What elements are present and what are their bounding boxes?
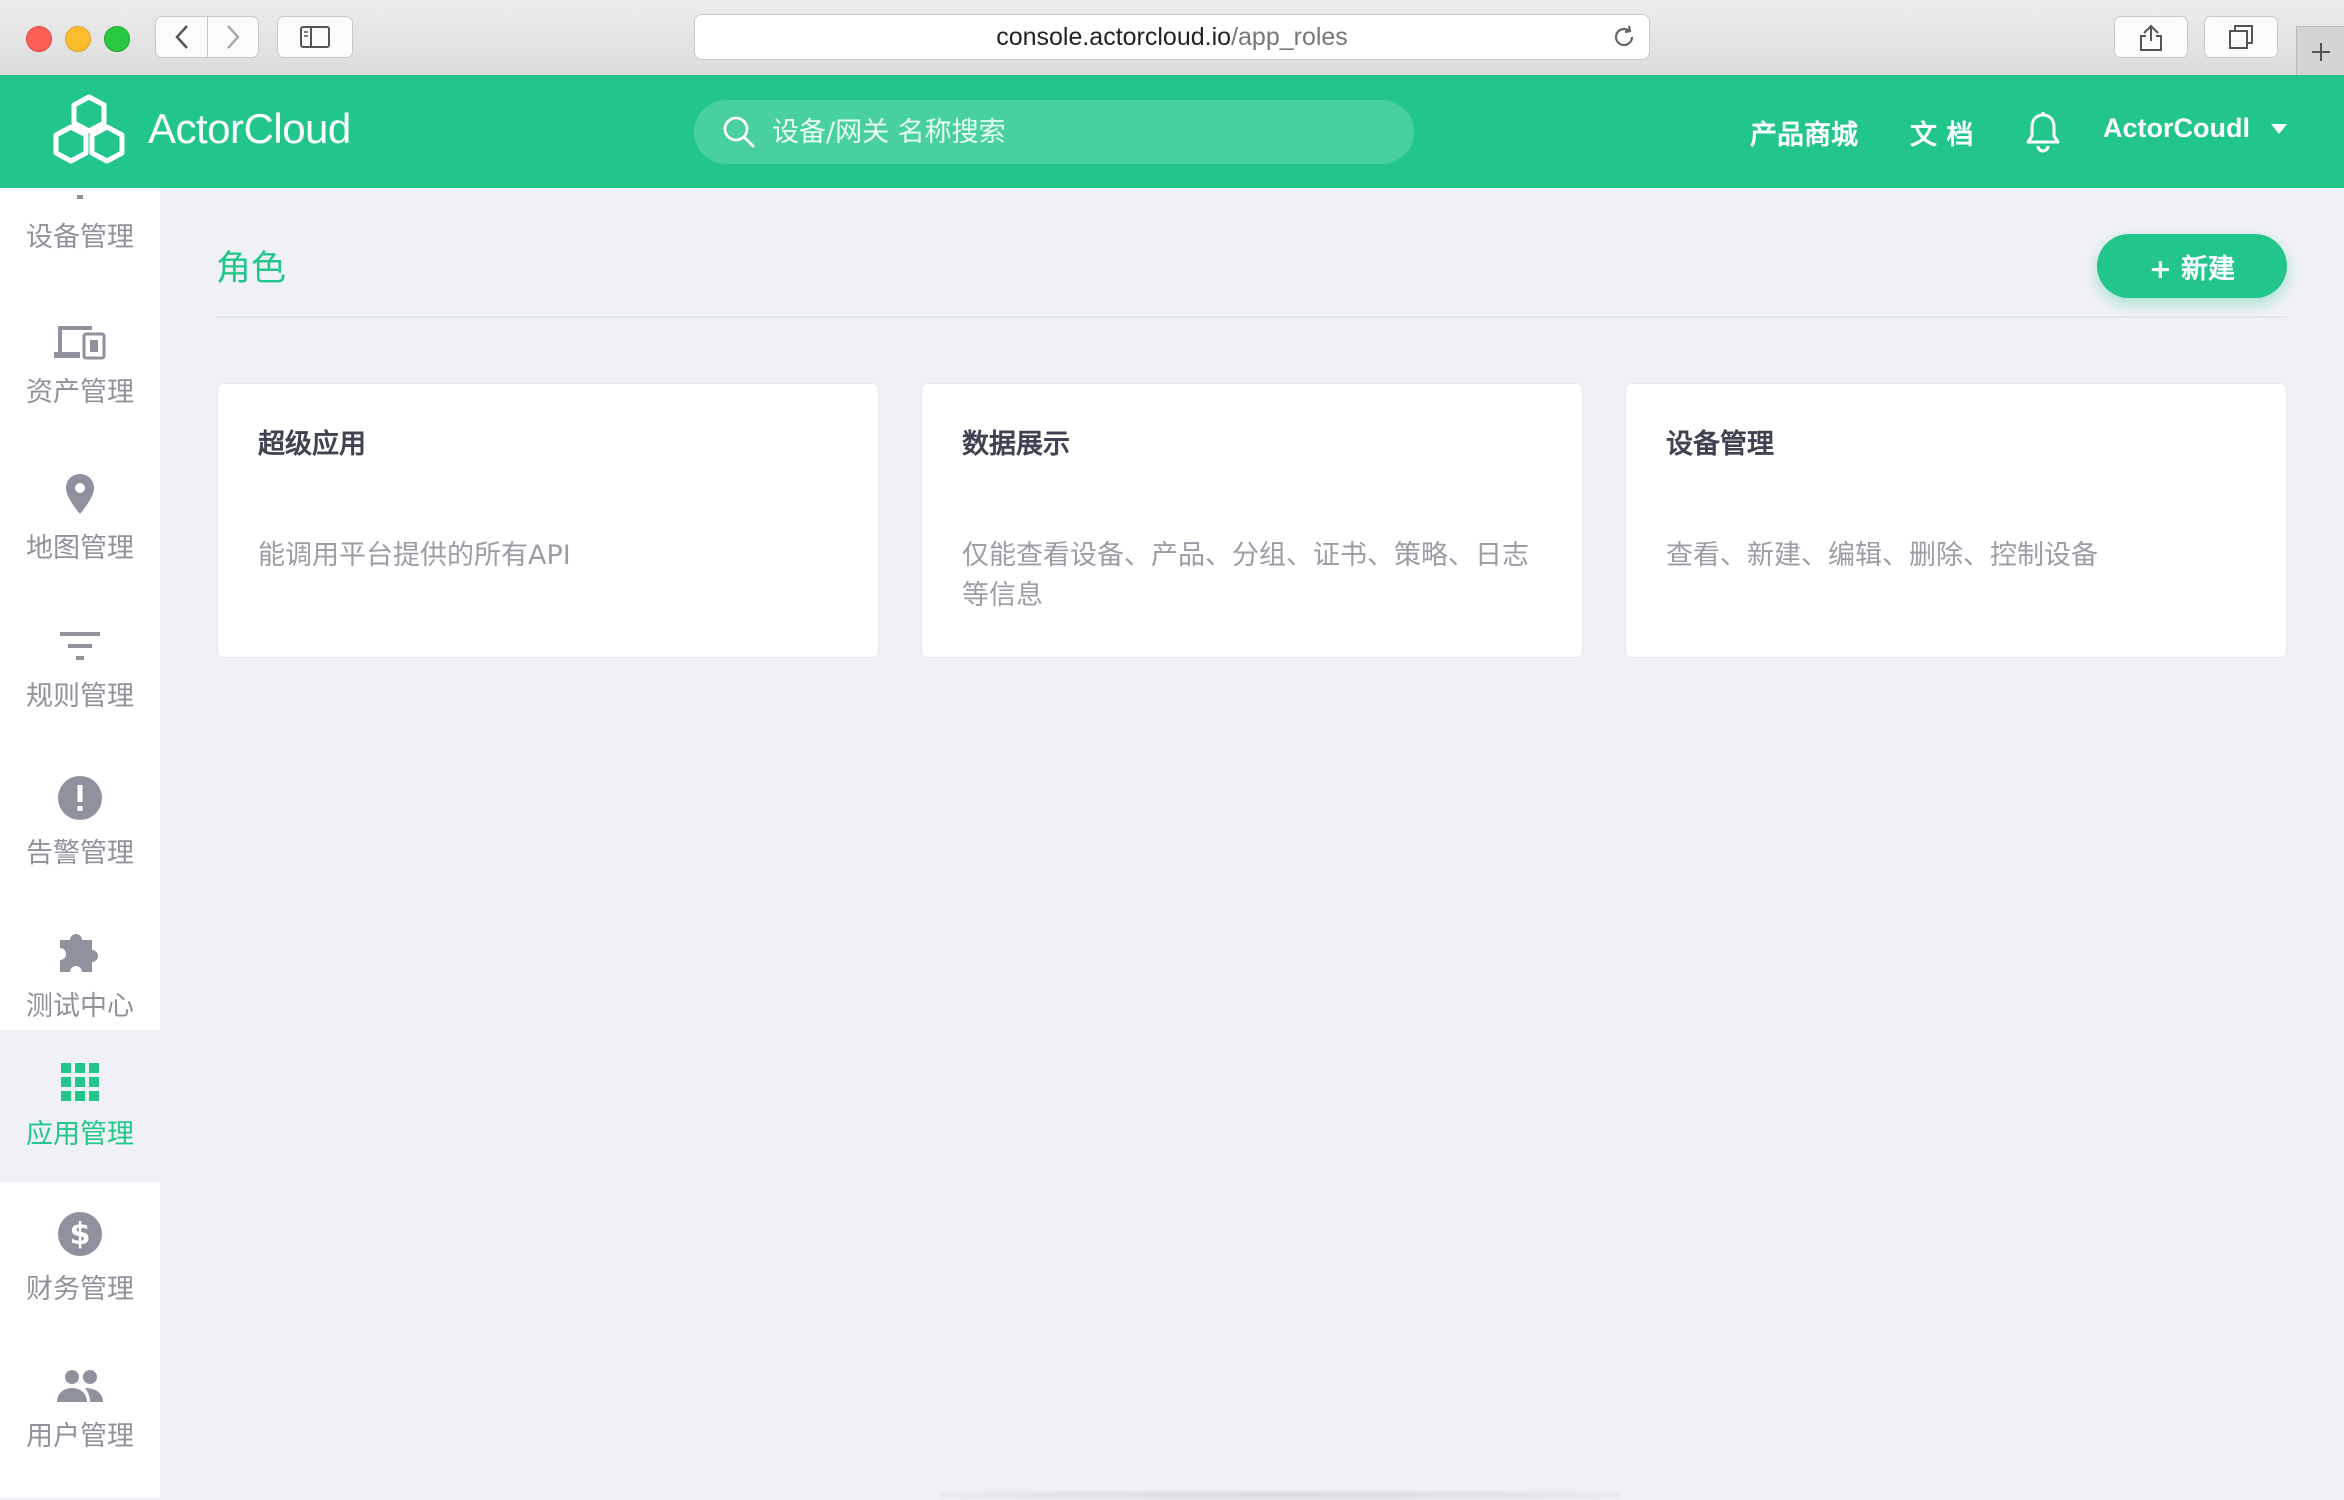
sidebar-item-label: 设备管理 — [26, 221, 134, 253]
puzzle-icon — [60, 933, 98, 972]
role-card-data-display[interactable]: 数据展示 仅能查看设备、产品、分组、证书、策略、日志等信息 — [921, 383, 1583, 658]
logo-text: ActorCloud — [148, 105, 351, 152]
sidebar-item-map-management[interactable]: 地图管理 — [0, 442, 160, 594]
device-icon — [77, 194, 83, 199]
app-header: ActorCloud 产品商城 文 档 ActorCoudl — [0, 75, 2344, 188]
reload-icon[interactable] — [1611, 24, 1637, 50]
browser-toolbar: console.actorcloud.io/app_roles — [0, 0, 2344, 76]
minimize-window-button[interactable] — [65, 26, 91, 52]
user-menu[interactable]: ActorCoudl — [2103, 113, 2288, 144]
sidebar-item-label: 告警管理 — [26, 837, 134, 869]
sidebar-item-label: 应用管理 — [26, 1118, 134, 1150]
sidebar-item-user-management[interactable]: 用户管理 — [0, 1334, 160, 1486]
tabs-overview-button[interactable] — [2204, 16, 2278, 58]
close-window-button[interactable] — [26, 26, 52, 52]
title-divider — [216, 316, 2287, 318]
card-title: 超级应用 — [258, 429, 366, 460]
sidebar-item-label: 资产管理 — [26, 376, 134, 408]
plus-icon — [2312, 42, 2330, 61]
sidebar-item-label: 地图管理 — [26, 532, 134, 564]
role-card-device-management[interactable]: 设备管理 查看、新建、编辑、删除、控制设备 — [1625, 383, 2287, 658]
address-bar[interactable]: console.actorcloud.io/app_roles — [694, 14, 1650, 60]
sidebar-icon — [300, 26, 330, 48]
sidebar-item-label: 财务管理 — [26, 1273, 134, 1305]
back-button[interactable] — [155, 16, 208, 58]
new-role-button[interactable]: + 新建 — [2097, 234, 2287, 298]
sidebar-nav: 设备管理 资产管理 地图管理 规则管理 告警管理 测试中心 应用管理 $ 财务管… — [0, 188, 160, 1498]
sidebar-item-finance-management[interactable]: $ 财务管理 — [0, 1182, 160, 1334]
sidebar-item-label: 用户管理 — [26, 1420, 134, 1452]
card-description: 仅能查看设备、产品、分组、证书、策略、日志等信息 — [962, 540, 1529, 611]
sidebar-item-test-center[interactable]: 测试中心 — [0, 898, 160, 1050]
search-bar — [694, 100, 1414, 164]
tabs-icon — [2229, 25, 2253, 49]
devices-icon — [54, 325, 106, 359]
share-button[interactable] — [2114, 16, 2188, 58]
bell-icon[interactable] — [2024, 111, 2062, 153]
sidebar-item-asset-management[interactable]: 资产管理 — [0, 290, 160, 442]
docs-link[interactable]: 文 档 — [1910, 113, 1973, 152]
zoom-window-button[interactable] — [104, 26, 130, 52]
alert-icon — [58, 775, 102, 820]
sidebar-item-alert-management[interactable]: 告警管理 — [0, 746, 160, 898]
card-description: 能调用平台提供的所有API — [258, 540, 571, 571]
bottom-scroll-shadow — [940, 1490, 1620, 1500]
url-path: /app_roles — [1231, 22, 1348, 51]
chevron-left-icon — [174, 25, 188, 49]
caret-down-icon — [2270, 123, 2287, 134]
card-title: 设备管理 — [1666, 429, 1774, 460]
grid-apps-icon — [61, 1062, 99, 1101]
card-description: 查看、新建、编辑、删除、控制设备 — [1666, 540, 2098, 571]
forward-button[interactable] — [207, 16, 259, 58]
search-icon — [723, 116, 755, 148]
map-pin-icon — [66, 473, 94, 514]
product-store-link[interactable]: 产品商城 — [1750, 113, 1858, 152]
chevron-right-icon — [227, 25, 240, 49]
sidebar-item-rule-management[interactable]: 规则管理 — [0, 594, 160, 746]
svg-text:$: $ — [70, 1217, 91, 1252]
user-name: ActorCoudl — [2103, 113, 2250, 143]
role-card-super-app[interactable]: 超级应用 能调用平台提供的所有API — [217, 383, 879, 658]
page-title: 角色 — [216, 249, 287, 289]
share-icon — [2140, 24, 2162, 51]
search-input[interactable] — [770, 115, 1374, 149]
sidebar-item-label: 规则管理 — [26, 680, 134, 712]
sidebar-toggle-button[interactable] — [277, 16, 353, 58]
sidebar-item-device-management[interactable]: 设备管理 — [0, 138, 160, 290]
new-tab-button[interactable] — [2296, 26, 2344, 76]
sidebar-item-app-management[interactable]: 应用管理 — [0, 1030, 160, 1182]
card-title: 数据展示 — [962, 429, 1070, 460]
users-icon — [57, 1369, 103, 1402]
filter-icon — [60, 631, 100, 660]
sidebar-item-label: 测试中心 — [26, 990, 134, 1022]
dollar-icon: $ — [58, 1211, 102, 1256]
url-domain: console.actorcloud.io — [996, 22, 1232, 51]
